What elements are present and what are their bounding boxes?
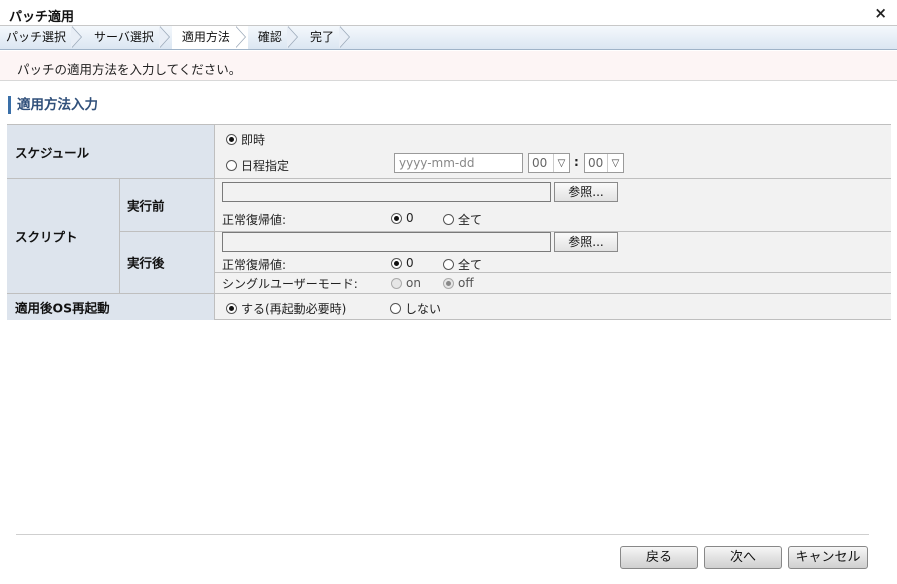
single-user-off-radio[interactable]: off xyxy=(443,276,474,290)
schedule-hour-select[interactable]: 00 ▽ xyxy=(528,153,570,173)
schedule-immediate-radio[interactable]: 即時 xyxy=(226,131,265,148)
script-post-all-radio[interactable]: 全て xyxy=(443,256,482,273)
step-apply-method: 適用方法 xyxy=(171,26,248,49)
single-user-on-radio[interactable]: on xyxy=(391,276,421,290)
radio-unchecked-icon xyxy=(226,160,237,171)
window-title: パッチ適用 xyxy=(9,10,75,25)
step-confirm: 確認 xyxy=(248,26,300,49)
script-pre-return-label: 正常復帰値: xyxy=(222,213,287,227)
radio-checked-icon xyxy=(391,212,402,224)
script-post-return-label: 正常復帰値: xyxy=(222,258,287,272)
step-server-select: サーバ選択 xyxy=(84,26,172,49)
radio-unchecked-icon xyxy=(443,259,454,270)
script-post-browse-button[interactable]: 参照... xyxy=(554,232,618,252)
script-post-zero-radio[interactable]: 0 xyxy=(391,256,414,270)
next-button[interactable]: 次へ xyxy=(704,546,782,569)
script-post-file-input[interactable] xyxy=(222,232,551,252)
reboot-no-radio[interactable]: しない xyxy=(390,300,441,317)
radio-checked-icon xyxy=(443,277,454,289)
reboot-label: 適用後OS再起動 xyxy=(7,293,214,320)
back-button[interactable]: 戻る xyxy=(620,546,698,569)
step-patch-select: パッチ選択 xyxy=(0,26,84,49)
radio-unchecked-icon xyxy=(390,303,401,314)
footer-divider xyxy=(16,534,869,535)
section-title: 適用方法入力 xyxy=(8,96,98,114)
script-pre-file-input[interactable] xyxy=(222,182,551,202)
schedule-date-radio[interactable]: 日程指定 xyxy=(226,157,289,174)
schedule-label: スケジュール xyxy=(7,125,214,178)
apply-method-form: スケジュール スクリプト 実行前 実行後 適用後OS再起動 即時 日程指定 yy… xyxy=(7,124,891,320)
script-post-label: 実行後 xyxy=(119,231,214,293)
reboot-yes-radio[interactable]: する(再起動必要時) xyxy=(226,300,346,317)
close-icon[interactable]: × xyxy=(874,4,887,22)
radio-checked-icon xyxy=(226,134,237,145)
divider xyxy=(7,293,891,294)
script-pre-label: 実行前 xyxy=(119,178,214,231)
instruction-message: パッチの適用方法を入力してください。 xyxy=(17,62,242,77)
divider xyxy=(119,178,120,293)
step-complete: 完了 xyxy=(300,26,352,49)
title-bar: パッチ適用 × xyxy=(0,0,897,26)
cancel-button[interactable]: キャンセル xyxy=(788,546,868,569)
radio-unchecked-icon xyxy=(391,277,402,289)
divider xyxy=(7,178,891,179)
divider xyxy=(214,272,891,273)
message-bar: パッチの適用方法を入力してください。 xyxy=(0,51,897,81)
chevron-down-icon: ▽ xyxy=(553,154,569,172)
single-user-mode-label: シングルユーザーモード: xyxy=(222,277,358,291)
radio-unchecked-icon xyxy=(443,214,454,225)
chevron-down-icon: ▽ xyxy=(607,154,623,172)
script-pre-browse-button[interactable]: 参照... xyxy=(554,182,618,202)
script-pre-zero-radio[interactable]: 0 xyxy=(391,211,414,225)
wizard-steps: パッチ選択 サーバ選択 適用方法 確認 完了 xyxy=(0,26,897,50)
divider xyxy=(214,125,215,320)
time-separator: : xyxy=(574,155,579,169)
schedule-minute-select[interactable]: 00 ▽ xyxy=(584,153,624,173)
radio-checked-icon xyxy=(391,257,402,269)
script-pre-all-radio[interactable]: 全て xyxy=(443,211,482,228)
radio-checked-icon xyxy=(226,303,237,314)
schedule-date-input[interactable]: yyyy-mm-dd xyxy=(394,153,523,173)
script-label: スクリプト xyxy=(7,178,119,293)
